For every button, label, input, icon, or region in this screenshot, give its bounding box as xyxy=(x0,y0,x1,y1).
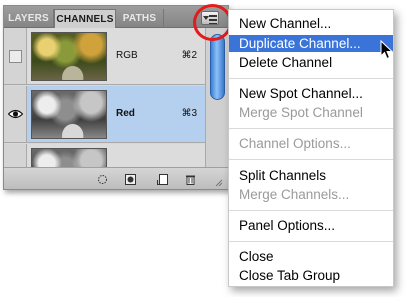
menu-button-highlight-ring xyxy=(193,4,232,41)
channels-panel: LAYERS CHANNELS PATHS RGB ⌘2 Red ⌘3 xyxy=(3,4,232,190)
menu-separator xyxy=(229,159,393,160)
resize-grip-icon[interactable] xyxy=(214,178,223,187)
tab-layers[interactable]: LAYERS xyxy=(4,9,54,28)
load-selection-icon[interactable] xyxy=(97,174,108,185)
menu-item-channel-options: Channel Options... xyxy=(239,136,351,151)
channel-row-rgb[interactable]: RGB ⌘2 xyxy=(4,28,205,85)
menu-separator xyxy=(229,128,393,129)
visibility-toggle[interactable] xyxy=(9,50,22,63)
tab-paths[interactable]: PATHS xyxy=(116,9,164,28)
channel-list: RGB ⌘2 Red ⌘3 xyxy=(4,28,228,167)
channel-row-red[interactable]: Red ⌘3 xyxy=(4,86,205,143)
channel-thumbnail xyxy=(31,32,107,81)
channel-thumbnail xyxy=(31,90,107,139)
eye-icon[interactable] xyxy=(8,109,23,119)
delete-channel-icon[interactable] xyxy=(185,174,196,185)
panel-flyout-menu: New Channel... Duplicate Channel... Dele… xyxy=(228,9,394,287)
menu-separator xyxy=(229,241,393,242)
channel-thumbnail xyxy=(31,148,107,167)
menu-item-close-tab-group[interactable]: Close Tab Group xyxy=(229,267,393,284)
save-selection-icon[interactable] xyxy=(125,174,136,185)
panel-footer xyxy=(4,167,228,189)
menu-separator xyxy=(229,78,393,79)
menu-item-merge-channels: Merge Channels... xyxy=(239,187,350,202)
scrollbar-thumb[interactable] xyxy=(210,34,225,100)
channel-shortcut: ⌘2 xyxy=(181,50,197,61)
visibility-cell[interactable] xyxy=(4,144,27,167)
menu-separator xyxy=(229,210,393,211)
menu-item-split-channels[interactable]: Split Channels xyxy=(229,167,393,184)
channel-name: RGB xyxy=(116,50,138,61)
menu-item-new-spot-channel[interactable]: New Spot Channel... xyxy=(229,85,393,102)
channel-row-partial[interactable] xyxy=(4,144,205,167)
mouse-cursor-icon xyxy=(380,40,394,60)
tab-channels[interactable]: CHANNELS xyxy=(54,9,116,29)
menu-item-delete-channel[interactable]: Delete Channel xyxy=(229,54,393,71)
visibility-cell[interactable] xyxy=(4,86,27,142)
menu-item-merge-spot-channel: Merge Spot Channel xyxy=(239,105,363,120)
menu-item-panel-options[interactable]: Panel Options... xyxy=(229,217,393,234)
menu-item-duplicate-channel[interactable]: Duplicate Channel... xyxy=(229,35,393,52)
panel-scrollbar[interactable] xyxy=(205,28,228,167)
new-channel-icon[interactable] xyxy=(157,174,168,185)
channel-name: Red xyxy=(116,108,135,119)
menu-item-close[interactable]: Close xyxy=(229,248,393,265)
visibility-cell[interactable] xyxy=(4,28,27,84)
channel-shortcut: ⌘3 xyxy=(181,108,197,119)
menu-item-new-channel[interactable]: New Channel... xyxy=(229,15,393,32)
